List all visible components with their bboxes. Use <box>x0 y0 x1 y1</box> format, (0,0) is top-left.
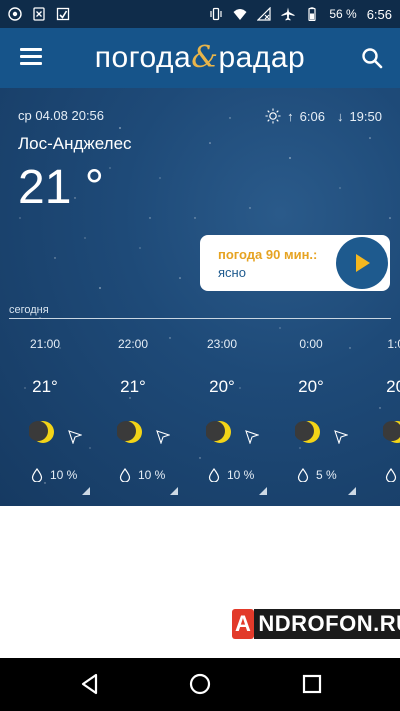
wifi-icon <box>233 9 247 20</box>
search-icon[interactable] <box>360 46 384 70</box>
wind-direction-icon <box>245 430 259 444</box>
precip-chance: 5 % <box>316 468 337 482</box>
hour-temperature: 20° <box>298 377 324 396</box>
battery-icon <box>308 7 316 21</box>
signal-off-icon <box>257 7 271 21</box>
hour-column[interactable]: 21:00 21° 10 % <box>14 334 104 504</box>
home-icon[interactable] <box>188 672 212 696</box>
raindrop-icon <box>31 468 43 482</box>
recents-icon[interactable] <box>300 672 324 696</box>
precip-chance: 10 % <box>227 468 255 482</box>
sunrise-time: 6:06 <box>299 108 325 124</box>
back-icon[interactable] <box>78 672 102 696</box>
vibrate-icon <box>210 7 222 21</box>
wind-direction-icon <box>334 430 348 444</box>
hour-column[interactable]: 23:00 20° 10 % <box>191 334 281 504</box>
hour-column[interactable]: 22:00 21° 10 % <box>102 334 192 504</box>
sun-times: ↑ 6:06 ↓ 19:50 <box>265 108 382 124</box>
battery-percent: 56 % <box>329 7 357 21</box>
watermark-logo: A NDROFON.RU <box>232 609 400 639</box>
today-divider <box>9 318 391 319</box>
precip-chance: 10 % <box>50 468 78 482</box>
expand-corner-icon <box>259 487 267 495</box>
hour-temperature: 21° <box>120 377 146 396</box>
hour-temperature: 20° <box>209 377 235 396</box>
current-temperature: 21 ° <box>18 161 104 214</box>
sunset-arrow-icon: ↓ <box>336 108 344 124</box>
raindrop-icon <box>297 468 309 482</box>
airplane-icon <box>281 7 295 21</box>
current-date: ср 04.08 20:56 <box>18 108 105 123</box>
app-title: погода&радар <box>0 40 400 75</box>
hour-column[interactable]: 1:00 20° 5 % <box>368 334 400 504</box>
watermark-first-letter: A <box>232 609 255 639</box>
moon-icon <box>206 421 231 443</box>
radar-forecast-card[interactable]: погода 90 мин.: ясно <box>200 235 390 291</box>
raindrop-icon <box>119 468 131 482</box>
hour-temperature: 21° <box>32 377 58 396</box>
expand-corner-icon <box>348 487 356 495</box>
app-title-amp: & <box>191 40 219 75</box>
moon-icon <box>117 421 142 443</box>
hour-time: 1:00 <box>387 337 400 351</box>
radar-card-subtitle: ясно <box>218 265 246 280</box>
chrome-icon <box>8 7 22 21</box>
sun-icon <box>265 108 281 124</box>
expand-corner-icon <box>82 487 90 495</box>
sunset-time: 19:50 <box>349 108 382 124</box>
status-time: 6:56 <box>366 6 392 22</box>
wind-direction-icon <box>68 430 82 444</box>
today-label: сегодня <box>9 304 49 316</box>
app-bar: погода&радар <box>0 28 400 88</box>
hour-temperature: 20° <box>386 377 400 396</box>
weather-panel: ср 04.08 20:56 ↑ 6:06 ↓ 19:50 Лос-Анджел… <box>0 88 400 506</box>
hour-time: 0:00 <box>299 337 323 351</box>
play-icon <box>356 254 370 272</box>
system-nav-bar <box>0 658 400 711</box>
watermark-text: NDROFON.RU <box>254 609 400 639</box>
hour-time: 23:00 <box>206 337 238 351</box>
app-title-part1: погода <box>94 41 192 74</box>
raindrop-icon <box>208 468 220 482</box>
moon-icon <box>295 421 320 443</box>
sunrise-arrow-icon: ↑ <box>287 108 294 124</box>
sim-icon <box>33 7 45 21</box>
hour-time: 22:00 <box>117 337 149 351</box>
raindrop-icon <box>385 468 397 482</box>
app-icon <box>56 7 70 21</box>
wind-direction-icon <box>156 430 170 444</box>
city-name[interactable]: Лос-Анджелес <box>18 134 132 154</box>
play-button[interactable] <box>336 237 388 289</box>
status-bar: 56 % 6:56 <box>0 0 400 28</box>
moon-icon <box>29 421 54 443</box>
precip-chance: 10 % <box>138 468 166 482</box>
moon-icon <box>383 421 400 443</box>
hour-time: 21:00 <box>29 337 61 351</box>
radar-card-title: погода 90 мин.: <box>218 247 318 262</box>
hour-column[interactable]: 0:00 20° 5 % <box>280 334 370 504</box>
expand-corner-icon <box>170 487 178 495</box>
app-title-part2: радар <box>218 41 306 74</box>
